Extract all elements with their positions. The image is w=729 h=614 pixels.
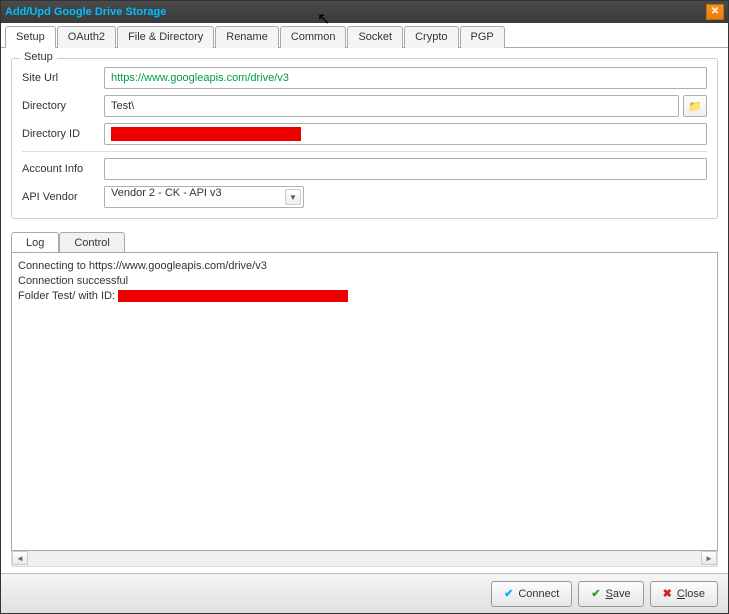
scroll-left-icon[interactable]: ◄: [12, 551, 28, 565]
redacted-directory-id: [111, 127, 301, 141]
window-close-button[interactable]: ✕: [706, 4, 724, 20]
tab-rename[interactable]: Rename: [215, 26, 279, 48]
browse-folder-button[interactable]: 📁: [683, 95, 707, 117]
directory-input[interactable]: [104, 95, 679, 117]
label-directory: Directory: [22, 100, 104, 112]
horizontal-scrollbar[interactable]: ◄ ►: [11, 551, 718, 567]
save-label: Save: [606, 588, 631, 600]
account-info-input[interactable]: [104, 158, 707, 180]
tab-control[interactable]: Control: [59, 232, 124, 253]
api-vendor-selected: Vendor 2 - CK - API v3: [111, 187, 222, 199]
row-api-vendor: API Vendor Vendor 2 - CK - API v3 ▼: [22, 186, 707, 208]
tab-setup[interactable]: Setup: [5, 26, 56, 48]
tab-common[interactable]: Common: [280, 26, 347, 48]
tab-crypto[interactable]: Crypto: [404, 26, 458, 48]
label-api-vendor: API Vendor: [22, 191, 104, 203]
titlebar: Add/Upd Google Drive Storage ↖ ✕: [1, 1, 728, 23]
redacted-folder-id: xxxxxxxxxxxxxxxxxxxxxxxxx: [118, 290, 348, 302]
log-textarea[interactable]: Connecting to https://www.googleapis.com…: [11, 252, 718, 551]
tab-log[interactable]: Log: [11, 232, 59, 253]
close-button[interactable]: ✖ Close: [650, 581, 718, 607]
footer-bar: ✔ Connect ✔ Save ✖ Close: [1, 573, 728, 613]
row-directory: Directory 📁: [22, 95, 707, 117]
content-area: Setup Site Url Directory 📁 Directory ID: [1, 48, 728, 573]
close-icon: ✖: [663, 587, 672, 600]
log-line: Connection successful: [18, 274, 711, 289]
connect-label: Connect: [518, 588, 559, 600]
save-button[interactable]: ✔ Save: [578, 581, 643, 607]
setup-fieldset: Setup Site Url Directory 📁 Directory ID: [11, 58, 718, 219]
label-account-info: Account Info: [22, 163, 104, 175]
row-account-info: Account Info: [22, 158, 707, 180]
fieldset-legend: Setup: [20, 51, 57, 63]
check-icon: ✔: [591, 587, 600, 600]
log-tabstrip: Log Control: [11, 231, 718, 252]
dialog-window: Add/Upd Google Drive Storage ↖ ✕ Setup O…: [0, 0, 729, 614]
directory-id-input[interactable]: [104, 123, 707, 145]
window-title: Add/Upd Google Drive Storage: [5, 6, 706, 18]
close-label: Close: [677, 588, 705, 600]
log-line: Connecting to https://www.googleapis.com…: [18, 259, 711, 274]
row-site-url: Site Url: [22, 67, 707, 89]
site-url-input[interactable]: [104, 67, 707, 89]
label-site-url: Site Url: [22, 72, 104, 84]
api-vendor-select[interactable]: Vendor 2 - CK - API v3 ▼: [104, 186, 304, 208]
connect-button[interactable]: ✔ Connect: [491, 581, 572, 607]
tab-file-directory[interactable]: File & Directory: [117, 26, 214, 48]
row-directory-id: Directory ID: [22, 123, 707, 145]
folder-icon: 📁: [688, 100, 702, 113]
check-icon: ✔: [504, 587, 513, 600]
label-directory-id: Directory ID: [22, 128, 104, 140]
tab-socket[interactable]: Socket: [347, 26, 403, 48]
log-line: Folder Test/ with ID: xxxxxxxxxxxxxxxxxx…: [18, 289, 711, 304]
tab-oauth2[interactable]: OAuth2: [57, 26, 116, 48]
divider: [22, 151, 707, 152]
scroll-right-icon[interactable]: ►: [701, 551, 717, 565]
main-tabstrip: Setup OAuth2 File & Directory Rename Com…: [1, 23, 728, 48]
chevron-down-icon: ▼: [285, 189, 301, 205]
tab-pgp[interactable]: PGP: [460, 26, 505, 48]
